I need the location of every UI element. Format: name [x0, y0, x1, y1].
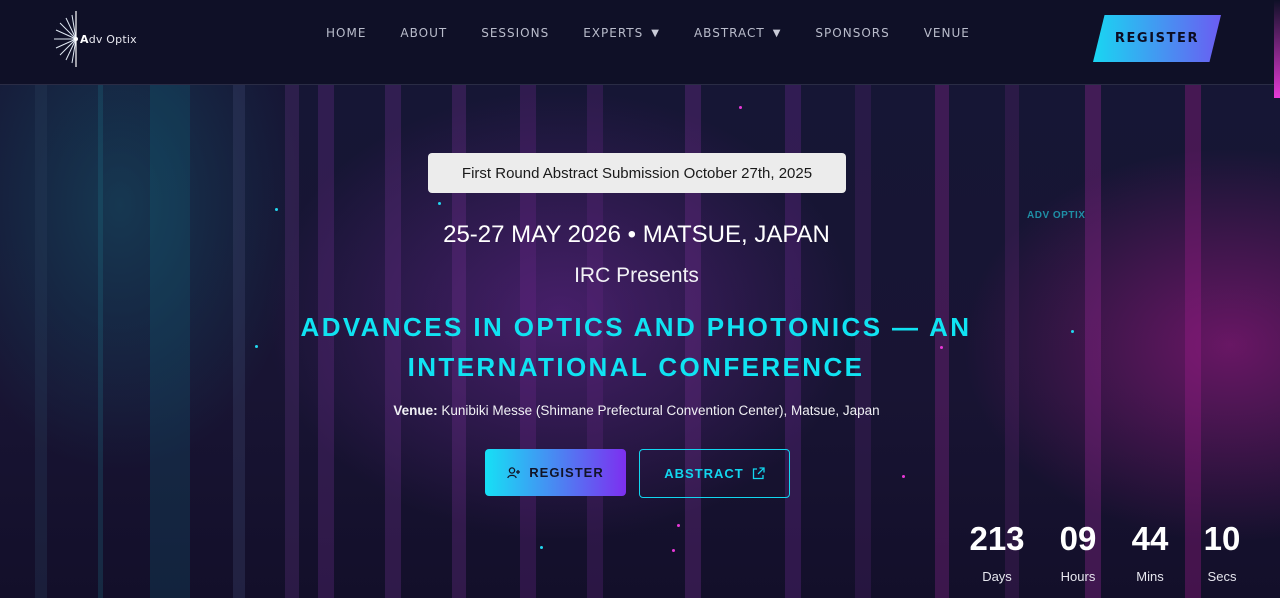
- countdown-secs: 10 Secs: [1198, 517, 1246, 584]
- hero-register-label: REGISTER: [529, 465, 604, 480]
- nav-item-sponsors[interactable]: SPONSORS: [815, 25, 889, 41]
- particle: [275, 208, 278, 211]
- title-line-1: ADVANCES IN OPTICS AND PHOTONICS — AN: [300, 312, 972, 342]
- event-dateline: 25-27 MAY 2026 • MATSUE, JAPAN: [443, 221, 830, 248]
- venue-label: Venue:: [393, 403, 438, 418]
- countdown-hours-label: Hours: [1060, 569, 1096, 584]
- particle: [438, 202, 441, 205]
- countdown-mins: 44 Mins: [1126, 517, 1174, 584]
- add-user-icon: [507, 466, 521, 478]
- presenter-line: IRC Presents: [574, 264, 699, 287]
- title-line-2: INTERNATIONAL CONFERENCE: [407, 352, 865, 382]
- particle: [540, 546, 543, 549]
- countdown-days-value: 213: [969, 520, 1025, 557]
- site-header: Adv Optix HOME ABOUT SESSIONS EXPERTS ▼ A…: [0, 0, 1280, 85]
- countdown-secs-value: 10: [1203, 520, 1241, 557]
- countdown-secs-label: Secs: [1207, 569, 1237, 584]
- particle: [902, 475, 905, 478]
- submission-notice: First Round Abstract Submission October …: [428, 153, 846, 193]
- header-register-button[interactable]: REGISTER: [1093, 15, 1221, 62]
- hero-abstract-button[interactable]: ABSTRACT: [639, 449, 790, 498]
- nav-item-sessions[interactable]: SESSIONS: [481, 25, 549, 41]
- logo[interactable]: Adv Optix: [52, 10, 138, 68]
- particle: [739, 106, 742, 109]
- bg-stripe: [98, 85, 103, 598]
- countdown-days-label: Days: [982, 569, 1012, 584]
- particle: [672, 549, 675, 552]
- hero-abstract-label: ABSTRACT: [664, 466, 744, 481]
- chevron-down-icon: ▼: [772, 27, 782, 39]
- main-nav: HOME ABOUT SESSIONS EXPERTS ▼ ABSTRACT ▼ S…: [326, 25, 1004, 41]
- particle: [677, 524, 680, 527]
- countdown-mins-label: Mins: [1136, 569, 1164, 584]
- hero-section: ADV OPTIX First Round Abstract Submissio…: [0, 85, 1280, 598]
- logo-text: Adv Optix: [80, 32, 137, 46]
- nav-item-experts[interactable]: EXPERTS ▼: [583, 25, 660, 41]
- countdown-hours: 09 Hours: [1054, 517, 1102, 584]
- chevron-down-icon: ▼: [651, 27, 660, 39]
- logo-burst-icon: [54, 11, 78, 67]
- countdown-mins-value: 44: [1131, 520, 1169, 557]
- venue-text: Kunibiki Messe (Shimane Prefectural Conv…: [437, 403, 880, 418]
- nav-item-abstract[interactable]: ABSTRACT ▼: [694, 25, 781, 41]
- bg-stripe: [150, 85, 190, 598]
- bg-stripe: [35, 85, 47, 598]
- countdown-timer: 213 Days 09 Hours 44 Mins 10 Secs: [960, 517, 1260, 597]
- particle: [1071, 330, 1074, 333]
- scrollbar[interactable]: [1274, 0, 1280, 98]
- countdown-days: 213 Days: [966, 517, 1028, 584]
- external-link-icon: [752, 467, 765, 480]
- watermark-text: ADV OPTIX: [1027, 210, 1086, 221]
- nav-item-about[interactable]: ABOUT: [400, 25, 447, 41]
- nav-item-home[interactable]: HOME: [326, 25, 366, 41]
- venue-line: Venue: Kunibiki Messe (Shimane Prefectur…: [0, 403, 1273, 418]
- page-title: ADVANCES IN OPTICS AND PHOTONICS — AN IN…: [236, 307, 1036, 387]
- nav-item-venue[interactable]: VENUE: [924, 25, 970, 41]
- hero-register-button[interactable]: REGISTER: [485, 449, 626, 496]
- countdown-hours-value: 09: [1059, 520, 1097, 557]
